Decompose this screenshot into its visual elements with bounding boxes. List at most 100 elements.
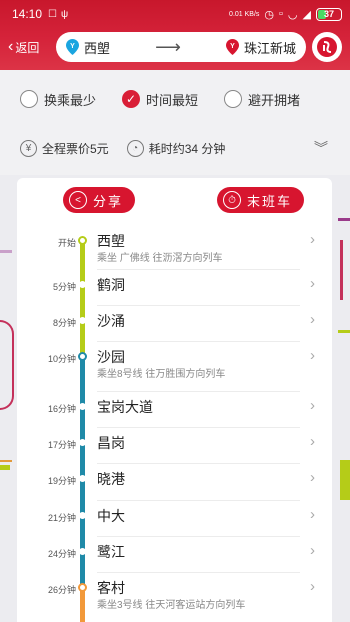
chevron-right-icon: ›: [310, 275, 315, 292]
stop-name: 宝岗大道: [97, 399, 153, 415]
stop-name: 沙园: [97, 349, 125, 365]
chevron-right-icon: ›: [310, 397, 315, 414]
stop-time: 10分钟: [47, 354, 76, 364]
back-label: 返回: [15, 41, 40, 55]
arrow-right-icon: ⟶: [155, 36, 181, 57]
option-fewest-transfers[interactable]: 换乘最少: [20, 90, 96, 109]
signal-icon: ◢: [302, 8, 311, 21]
svg-text:Y: Y: [70, 43, 75, 50]
nav-bar: ‹ 返回 Y 西塱 ⟶ Y 珠江新城: [0, 28, 350, 68]
stop-name: 昌岗: [97, 435, 125, 451]
chevron-right-icon: ›: [310, 231, 315, 248]
stop-name: 西塱: [97, 233, 125, 249]
stop-time: 21分钟: [47, 513, 76, 523]
map-line-segment: [338, 330, 350, 333]
map-line-segment: [0, 320, 14, 410]
from-station-name: 西塱: [84, 40, 111, 56]
map-line-segment: [0, 465, 10, 470]
route-card: < 分享 ⏱ 末班车 开始 西塱 乘坐 广佛线 往沥滘方向列车 › 5分钟 鹤洞 › 8分钟沙…: [17, 178, 332, 622]
chevron-right-icon: ›: [310, 542, 315, 559]
end-pin-icon: Y: [225, 39, 239, 55]
stop-line-info: 乘坐3号线 往天河客运站方向列车: [97, 600, 246, 611]
to-station-name: 珠江新城: [243, 40, 296, 56]
stop-time: 16分钟: [47, 404, 76, 414]
fare-info: ¥ 全程票价5元: [20, 139, 109, 157]
header: 14:10 ☐ ψ 0.01 KB/s ◷ ▫ ◡ ◢ 37 ‹ 返回 Y 西塱…: [0, 0, 350, 70]
svg-text:Y: Y: [230, 43, 235, 50]
radio-unchecked-icon: [224, 90, 243, 108]
last-train-button[interactable]: ⏱ 末班车: [217, 187, 305, 213]
stop-dot: [78, 352, 87, 361]
share-button[interactable]: < 分享: [63, 187, 136, 213]
stop-name: 客村: [97, 580, 125, 596]
from-station[interactable]: Y 西塱: [66, 38, 110, 57]
route-box[interactable]: Y 西塱 ⟶ Y 珠江新城: [56, 32, 306, 62]
stop-name: 中大: [97, 508, 125, 524]
stop-time: 26分钟: [47, 585, 76, 595]
to-station[interactable]: Y 珠江新城: [225, 38, 296, 57]
notification-icon: ☐: [48, 8, 57, 20]
metro-logo-icon[interactable]: [312, 32, 342, 62]
chevron-left-icon: ‹: [8, 37, 14, 55]
map-line-segment: [0, 460, 12, 462]
stop-line-info: 乘坐 广佛线 往沥滘方向列车: [97, 253, 223, 264]
expand-down-icon[interactable]: ︾: [314, 141, 328, 155]
battery-icon: 37: [316, 7, 342, 21]
divider: [97, 572, 300, 573]
stop-name: 晓港: [97, 471, 125, 487]
stop-time: 8分钟: [52, 318, 76, 328]
stop-dot: [78, 236, 87, 245]
fare-text: 全程票价5元: [42, 141, 109, 156]
duration-text: 耗时约34 分钟: [148, 141, 226, 156]
status-time: 14:10: [12, 7, 43, 21]
stop-name: 沙涌: [97, 313, 125, 329]
alarm-icon: ◷: [264, 8, 275, 21]
stop-time: 开始: [57, 238, 76, 248]
stop-dot: [79, 475, 86, 482]
share-label: 分享: [93, 193, 124, 209]
route-options-panel: 换乘最少 ✓ 时间最短 避开拥堵 ¥ 全程票价5元 ◔ 耗时约34 分钟 ︾: [0, 70, 350, 175]
chevron-right-icon: ›: [310, 578, 315, 595]
stop-dot: [79, 281, 86, 288]
radio-checked-icon: ✓: [122, 90, 141, 108]
stop-name: 鹤洞: [97, 277, 125, 293]
yen-icon: ¥: [20, 139, 37, 157]
option-label: 避开拥堵: [248, 92, 301, 108]
stop-name: 鹭江: [97, 544, 125, 560]
stop-dot: [79, 512, 86, 519]
chevron-right-icon: ›: [310, 433, 315, 450]
usb-icon: ψ: [61, 8, 69, 20]
divider: [97, 500, 300, 501]
route-line-segment: [80, 240, 85, 356]
stopwatch-icon: ⏱: [223, 191, 241, 209]
mute-icon: ▫: [279, 8, 283, 20]
chevron-right-icon: ›: [310, 347, 315, 364]
share-icon: <: [69, 191, 87, 209]
stop-dot: [79, 317, 86, 324]
stop-time: 5分钟: [52, 282, 76, 292]
chevron-right-icon: ›: [310, 311, 315, 328]
duration-info: ◔ 耗时约34 分钟: [126, 139, 226, 157]
stop-dot: [78, 583, 87, 592]
divider: [97, 391, 300, 392]
stop-dot: [79, 439, 86, 446]
back-button[interactable]: ‹ 返回: [8, 37, 40, 56]
stop-dot: [79, 548, 86, 555]
chevron-right-icon: ›: [310, 506, 315, 523]
option-shortest-time[interactable]: ✓ 时间最短: [122, 90, 198, 109]
stop-time: 24分钟: [47, 549, 76, 559]
option-label: 换乘最少: [44, 92, 97, 108]
divider: [97, 536, 300, 537]
clock-icon: ◔: [126, 139, 144, 157]
map-line-segment: [340, 240, 343, 300]
stop-line-info: 乘坐8号线 往万胜围方向列车: [97, 369, 226, 380]
option-avoid-congestion[interactable]: 避开拥堵: [224, 90, 300, 109]
stop-dot: [79, 403, 86, 410]
chevron-right-icon: ›: [310, 469, 315, 486]
last-train-label: 末班车: [247, 193, 293, 209]
divider: [97, 269, 300, 270]
status-bar: 14:10 ☐ ψ 0.01 KB/s ◷ ▫ ◡ ◢ 37: [0, 0, 350, 28]
divider: [97, 427, 300, 428]
map-line-segment: [340, 460, 350, 500]
wifi-icon: ◡: [287, 8, 298, 21]
